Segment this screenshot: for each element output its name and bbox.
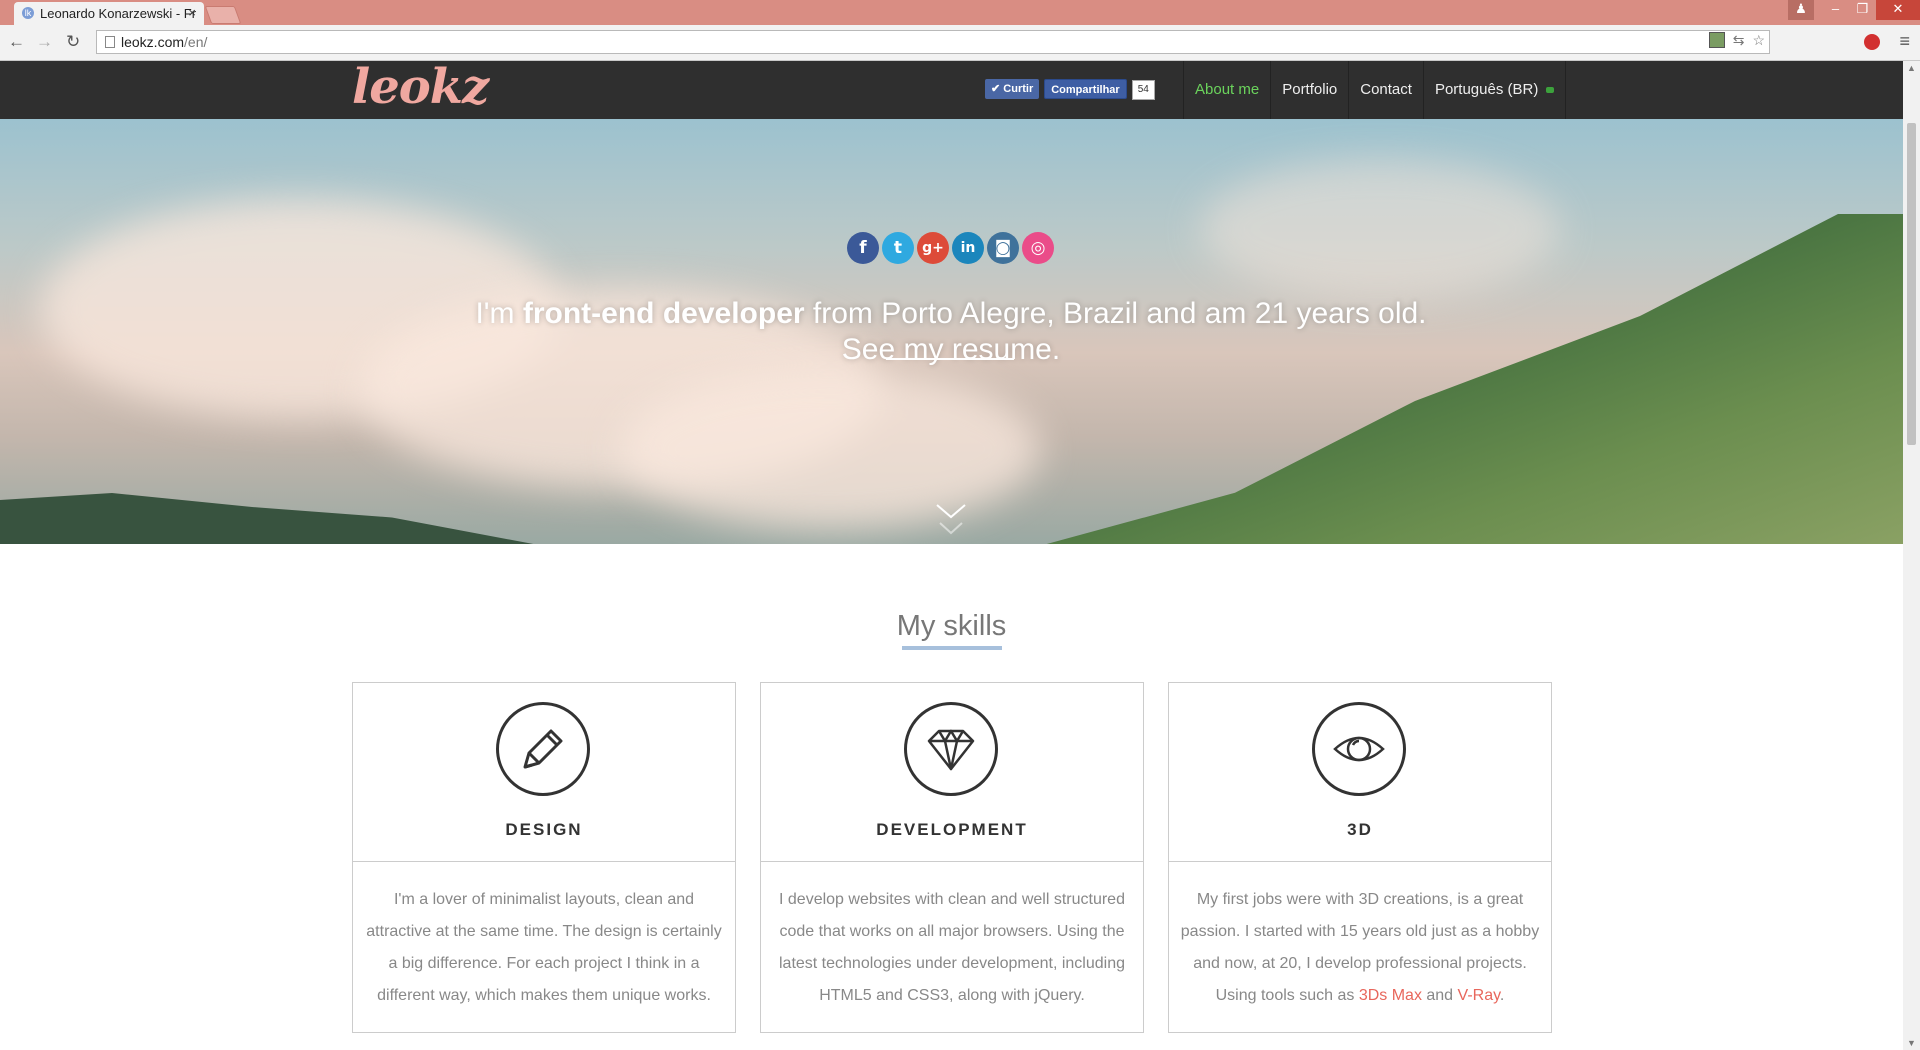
main-navigation: About me Portfolio Contact Português (BR… [1183,61,1567,119]
facebook-like-button[interactable]: ✔ Curtir [985,79,1040,99]
new-tab-button[interactable] [204,6,242,24]
hero-cloud [1200,159,1560,299]
scrollbar-thumb[interactable] [1907,123,1916,445]
window-controls: ♟ – ❐ ✕ [1788,0,1920,20]
pencil-icon [496,702,590,796]
hero-section: f t g+ in ◙ ◎ I'm front-end developer fr… [0,119,1903,544]
translate-icon[interactable]: ⇆ [1733,32,1745,49]
site-header: leokz ✔ Curtir Compartilhar 54 About me … [0,61,1903,119]
page-icon [105,36,115,48]
diamond-icon [904,702,998,796]
skills-title-underline [902,646,1002,650]
brazil-flag-icon [1546,87,1555,94]
dribbble-icon[interactable]: ◎ [1022,232,1054,264]
scroll-up-icon[interactable]: ▲ [1907,63,1916,73]
hero-divider [886,358,1014,360]
address-toolbar: ← → ↻ leokz.com/en/ ⇆ ☆ ≡ [0,25,1920,61]
skills-title: My skills [896,610,1007,643]
omnibox-actions: ⇆ ☆ [1708,32,1765,49]
card-title: 3D [1347,820,1373,839]
intro-end: . [1051,333,1061,366]
card-title: DEVELOPMENT [876,820,1028,839]
language-label: Português (BR) [1434,81,1539,98]
nav-contact[interactable]: Contact [1349,61,1424,119]
card-header: DESIGN [353,683,735,862]
bookmark-star-icon[interactable]: ☆ [1752,32,1765,49]
scroll-down-chevron-icon[interactable] [936,495,966,544]
linkedin-icon[interactable]: in [952,232,984,264]
reload-icon[interactable]: ↻ [66,32,80,52]
google-plus-icon[interactable]: g+ [917,232,949,264]
browser-menu-icon[interactable]: ≡ [1899,31,1910,52]
back-arrow-icon[interactable]: ← [8,32,25,52]
card-header: DEVELOPMENT [761,683,1143,862]
facebook-icon[interactable]: f [847,232,879,264]
skill-card-design: DESIGN I'm a lover of minimalist layouts… [352,682,736,1033]
twitter-icon[interactable]: t [882,232,914,264]
social-links: f t g+ in ◙ ◎ [847,232,1054,264]
site-favicon-icon: lk [22,7,34,19]
hero-hill-left [0,493,560,544]
eye-icon [1312,702,1406,796]
instagram-icon[interactable]: ◙ [987,232,1019,264]
resume-link[interactable]: resume [952,333,1052,366]
close-window-icon[interactable]: ✕ [1876,0,1920,20]
browser-tab[interactable]: lk Leonardo Konarzewski - Fr × [14,2,204,25]
scroll-down-icon[interactable]: ▼ [1907,1038,1916,1048]
browser-titlebar: lk Leonardo Konarzewski - Fr × ♟ – ❐ ✕ [0,0,1920,25]
image-extension-icon[interactable] [1708,32,1725,48]
url-path: /en/ [184,34,208,50]
tab-title: Leonardo Konarzewski - Fr [40,6,197,21]
user-profile-icon[interactable]: ♟ [1788,0,1814,20]
skill-card-3d: 3D My first jobs were with 3D creations,… [1168,682,1552,1033]
opera-extension-icon[interactable] [1864,34,1880,50]
address-bar[interactable]: leokz.com/en/ ⇆ ☆ [96,30,1770,54]
nav-about-me[interactable]: About me [1184,61,1272,119]
3ds-max-link[interactable]: 3Ds Max [1359,987,1422,1004]
share-count: 54 [1131,80,1155,100]
page-scrollbar[interactable]: ▲ ▼ [1903,61,1920,1050]
card-text: I develop websites with clean and well s… [778,891,1125,1004]
site-logo[interactable]: leokz [352,61,489,115]
card-text: I'm a lover of minimalist layouts, clean… [366,891,722,1004]
intro-role: front-end developer [522,297,805,330]
card-header: 3D [1169,683,1551,862]
card-text: My first jobs were with 3D creations, is… [1169,862,1551,1012]
vray-link[interactable]: V-Ray [1458,987,1500,1004]
hero-cloud [620,369,1040,529]
url-text[interactable]: leokz.com/en/ [121,34,207,50]
url-host: leokz.com [121,34,185,50]
nav-language[interactable]: Português (BR) [1424,61,1567,119]
minimize-icon[interactable]: – [1822,0,1849,20]
nav-portfolio[interactable]: Portfolio [1271,61,1350,119]
restore-icon[interactable]: ❐ [1849,0,1876,20]
forward-arrow-icon[interactable]: → [36,32,53,52]
facebook-widgets: ✔ Curtir Compartilhar 54 [985,79,1155,100]
like-label: Curtir [1003,83,1034,95]
intro-pre: I'm [475,297,523,330]
intro-mid: from Porto Alegre, Brazil and am 21 year… [804,297,1427,366]
page-viewport: leokz ✔ Curtir Compartilhar 54 About me … [0,61,1903,1050]
card-text-and: and [1421,987,1458,1004]
facebook-share-button[interactable]: Compartilhar [1044,79,1127,99]
card-title: DESIGN [505,820,583,839]
card-text-end: . [1499,987,1505,1004]
skill-card-development: DEVELOPMENT I develop websites with clea… [760,682,1144,1033]
tab-close-icon[interactable]: × [188,5,196,20]
